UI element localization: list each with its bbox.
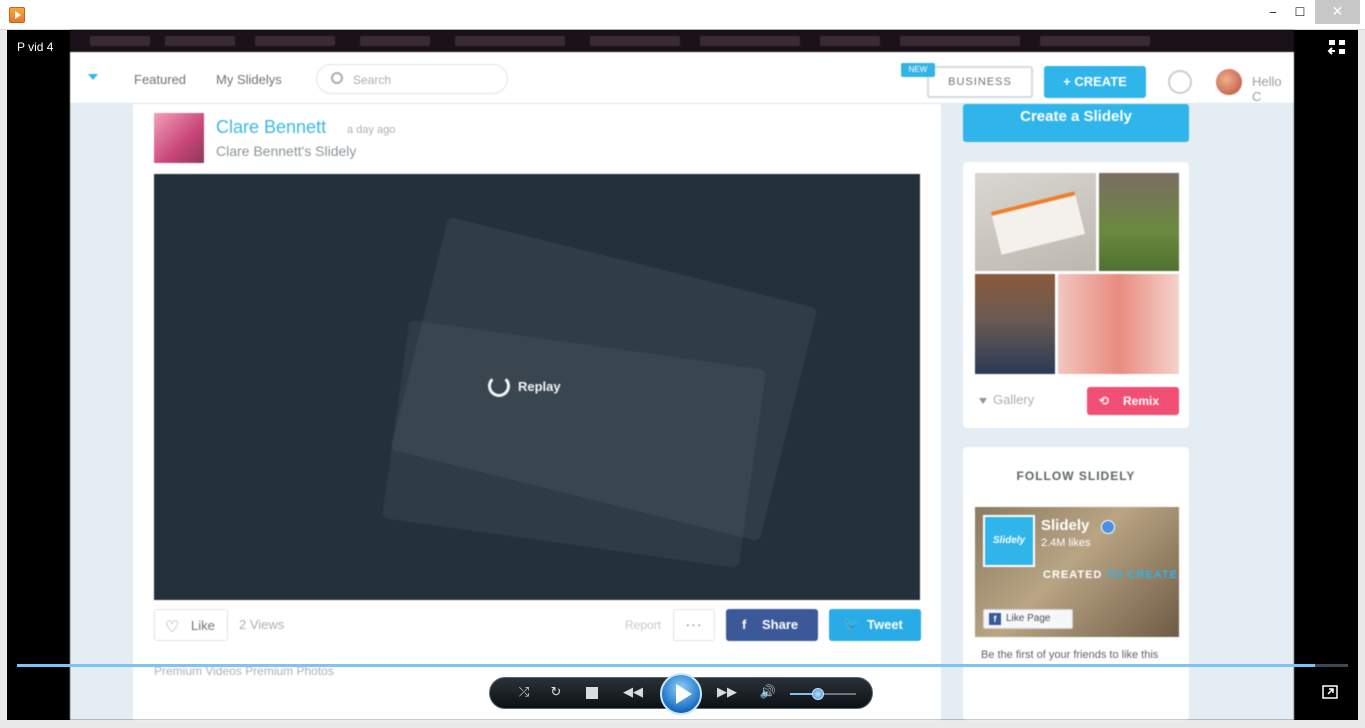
video-title: P vid 4 — [17, 40, 54, 54]
facebook-page-widget[interactable]: Slidely Slidely 2.4M likes CREATED TO CR… — [975, 507, 1179, 637]
replay-button[interactable]: Replay — [488, 374, 561, 398]
close-button[interactable]: ✕ — [1315, 0, 1360, 24]
nav-featured[interactable]: Featured — [134, 72, 186, 87]
gallery-thumbnail[interactable] — [1099, 173, 1179, 271]
fullscreen-icon[interactable] — [1322, 685, 1338, 699]
follow-title: FOLLOW SLIDELY — [1016, 469, 1136, 483]
remix-button[interactable]: ⟲ Remix — [1087, 387, 1179, 415]
stop-icon[interactable] — [586, 687, 598, 699]
fb-tagline: CREATED TO CREATE — [1043, 569, 1178, 581]
volume-handle[interactable] — [811, 688, 824, 700]
notification-icon[interactable] — [1168, 70, 1192, 94]
next-icon[interactable]: ▶▶ — [712, 685, 742, 700]
replay-icon — [488, 375, 510, 397]
search-placeholder: Search — [353, 73, 392, 87]
window-border-right — [1358, 30, 1365, 720]
author-name[interactable]: Clare Bennett — [216, 117, 326, 138]
facebook-share-button[interactable]: f Share — [726, 609, 818, 641]
gallery-thumbnail[interactable] — [975, 274, 1055, 374]
elapsed-time: 04:24 — [452, 686, 483, 700]
like-label: Like — [191, 618, 215, 633]
gallery-caret-icon[interactable] — [979, 398, 987, 404]
media-player-icon[interactable] — [9, 7, 25, 23]
business-button[interactable]: BUSINESS — [927, 66, 1033, 98]
remix-label: Remix — [1123, 394, 1160, 408]
new-badge: NEW — [901, 63, 935, 77]
replay-label: Replay — [518, 378, 561, 394]
facebook-icon: f — [742, 617, 747, 632]
slideshow-player[interactable]: Replay — [154, 174, 920, 600]
tweet-label: Tweet — [867, 617, 903, 632]
video-frame: Featured My Slidelys Search BUSINESS NEW… — [70, 30, 1294, 720]
player-area[interactable]: P vid 4 Featured My Slidelys Search BUSI… — [7, 30, 1358, 720]
gallery-thumbnail[interactable] — [975, 173, 1096, 271]
post-card: Clare Bennett a day ago Clare Bennett's … — [133, 104, 941, 720]
search-input[interactable]: Search — [316, 64, 508, 94]
share-label: Share — [762, 617, 799, 632]
heart-icon: ♡ — [165, 617, 180, 636]
more-options-button[interactable]: ··· — [673, 609, 715, 641]
play-button[interactable] — [660, 673, 702, 715]
create-slidely-button[interactable]: Create a Slidely — [963, 104, 1189, 142]
search-icon — [331, 72, 343, 84]
report-link[interactable]: Report — [625, 618, 661, 632]
fb-footer-text: Be the first of your friends to like thi… — [981, 649, 1159, 661]
tagline-part: CREATED — [1043, 569, 1107, 581]
slidely-logo: Slidely — [983, 515, 1035, 567]
avatar[interactable] — [1216, 69, 1242, 95]
repeat-icon[interactable]: ↻ — [546, 685, 566, 700]
window-border-left — [0, 30, 7, 720]
user-greeting[interactable]: Hello C — [1252, 74, 1294, 104]
post-timestamp: a day ago — [347, 124, 396, 136]
shuffle-icon[interactable]: ⤮ — [514, 685, 534, 700]
like-page-label: Like Page — [1006, 613, 1051, 624]
switch-to-library-icon[interactable] — [1327, 38, 1347, 56]
site-header: Featured My Slidelys Search BUSINESS NEW… — [70, 52, 1294, 104]
maximize-button[interactable]: ☐ — [1283, 0, 1317, 24]
create-button[interactable]: + CREATE — [1044, 66, 1146, 98]
volume-icon[interactable]: 🔊 — [758, 685, 778, 700]
browser-bookmarks-bar — [70, 30, 1294, 52]
gallery-toggle[interactable]: Gallery — [993, 392, 1034, 407]
gallery-card: Gallery ⟲ Remix — [963, 162, 1189, 428]
follow-slidely-card: FOLLOW SLIDELY Slidely Slidely 2.4M like… — [963, 447, 1189, 720]
tagline-highlight: TO CREATE — [1106, 569, 1178, 581]
twitter-bird-icon: 🐦 — [843, 617, 860, 632]
remix-icon: ⟲ — [1099, 394, 1110, 408]
gallery-thumbnail[interactable] — [1058, 274, 1179, 374]
author-avatar[interactable] — [154, 113, 204, 163]
seek-progress — [17, 664, 1315, 667]
facebook-icon: f — [989, 613, 1001, 625]
slidely-title[interactable]: Clare Bennett's Slidely — [216, 143, 356, 159]
menu-caret-icon[interactable] — [88, 74, 98, 80]
volume-slider[interactable] — [790, 688, 856, 700]
view-count: 2 Views — [239, 617, 285, 632]
fb-like-count: 2.4M likes — [1041, 537, 1091, 549]
previous-icon[interactable]: ◀◀ — [618, 685, 648, 700]
window-titlebar: ‒ ☐ ✕ — [0, 0, 1365, 30]
fb-page-name[interactable]: Slidely — [1041, 517, 1089, 534]
window-border-bottom — [0, 720, 1365, 728]
verified-badge-icon — [1101, 520, 1115, 534]
seek-bar[interactable] — [17, 664, 1348, 667]
like-button[interactable]: ♡ Like — [154, 609, 228, 641]
nav-my-slidelys[interactable]: My Slidelys — [216, 72, 282, 87]
fb-like-page-button[interactable]: f Like Page — [983, 609, 1073, 629]
tweet-button[interactable]: 🐦 Tweet — [829, 609, 921, 641]
playback-controls: ⤮ ↻ ◀◀ ▶▶ 🔊 — [489, 673, 873, 715]
